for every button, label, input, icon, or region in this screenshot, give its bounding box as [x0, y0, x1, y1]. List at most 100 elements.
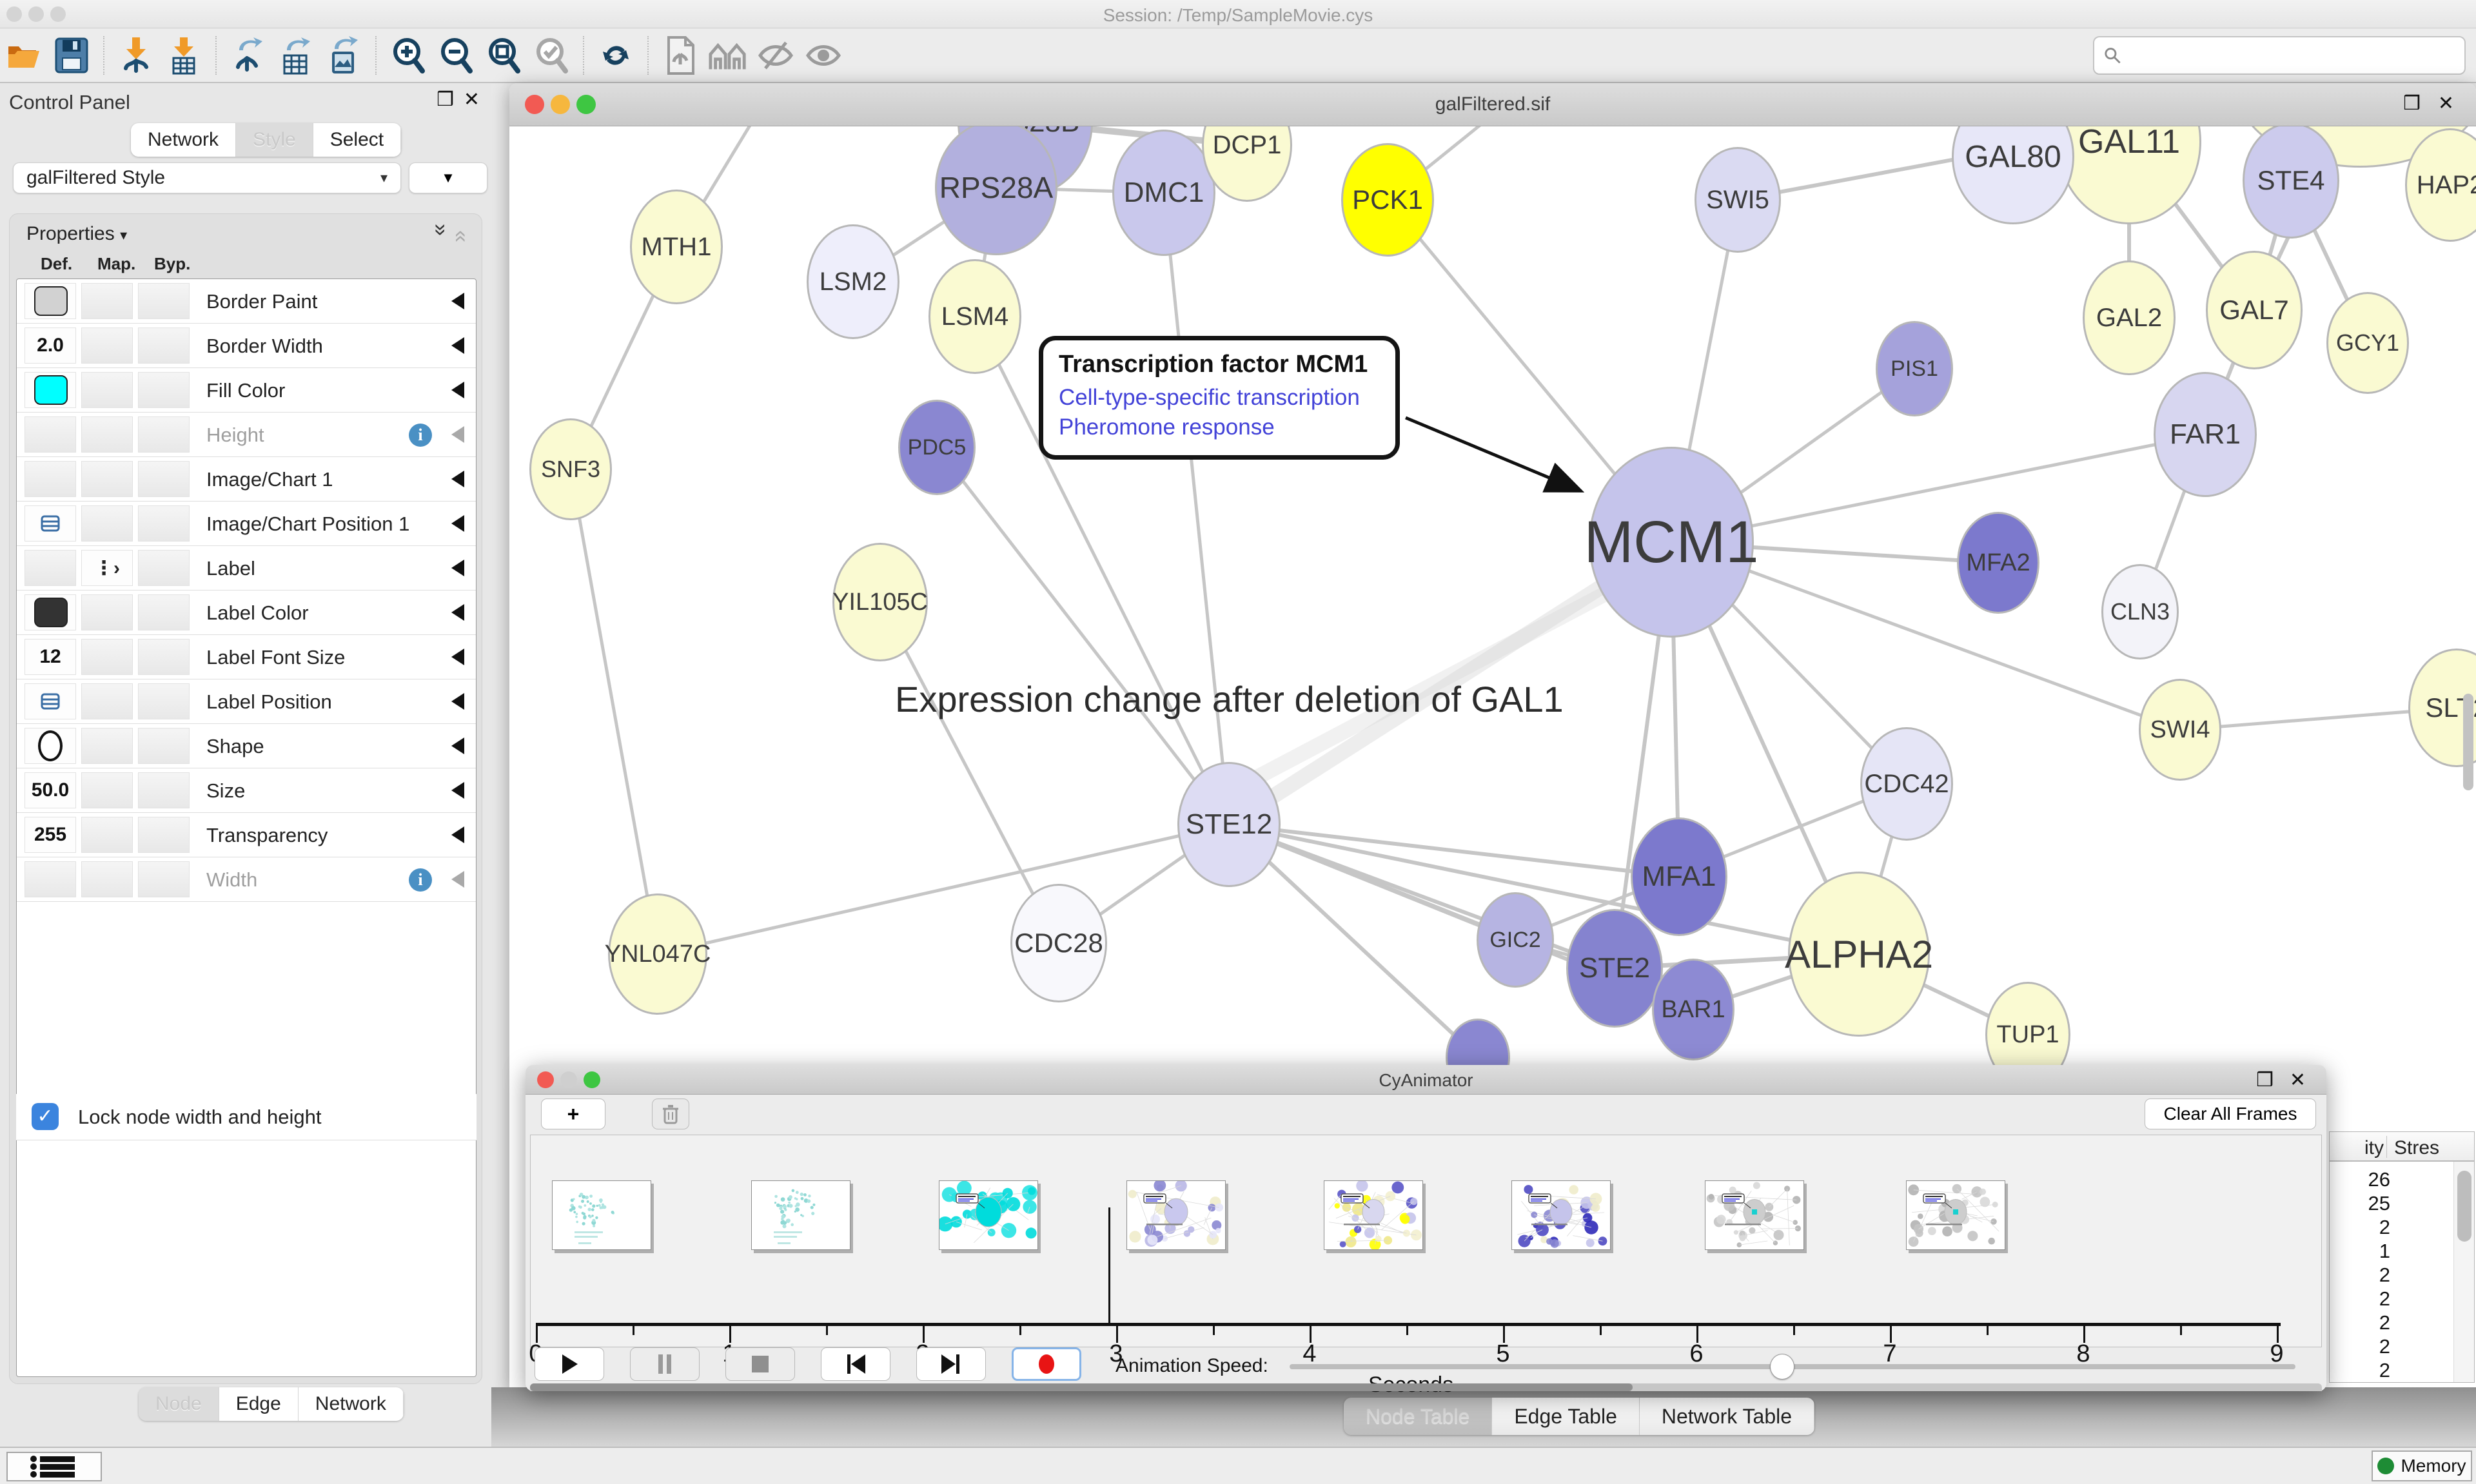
- lock-size-checkbox[interactable]: ✓: [32, 1103, 59, 1130]
- playhead[interactable]: [1108, 1207, 1110, 1323]
- node-pck1[interactable]: PCK1: [1341, 143, 1434, 257]
- export-network-icon[interactable]: [228, 35, 268, 75]
- node-ste2[interactable]: STE2: [1566, 909, 1663, 1028]
- frame-thumbnail-5[interactable]: [1511, 1180, 1611, 1250]
- table-cell[interactable]: 2: [2379, 1359, 2390, 1382]
- slider-thumb[interactable]: [1770, 1354, 1794, 1380]
- node-mfa1[interactable]: MFA1: [1631, 817, 1727, 936]
- node-gal2[interactable]: GAL2: [2083, 260, 2176, 375]
- tab-edge[interactable]: Edge: [219, 1387, 299, 1421]
- float-icon[interactable]: ❒: [2403, 92, 2421, 115]
- animation-speed-slider[interactable]: [1290, 1364, 2295, 1369]
- import-table-icon[interactable]: [164, 35, 204, 75]
- property-row-label-position[interactable]: Label Position: [17, 679, 476, 724]
- float-icon[interactable]: ❒: [2256, 1069, 2274, 1091]
- export-table-icon[interactable]: [276, 35, 316, 75]
- property-row-fill-color[interactable]: Fill Color: [17, 368, 476, 413]
- tab-network[interactable]: Network: [131, 123, 236, 157]
- tab-style[interactable]: Style: [236, 123, 313, 157]
- task-history-button[interactable]: [6, 1452, 102, 1481]
- node-swi5[interactable]: SWI5: [1695, 147, 1781, 253]
- show-details-icon[interactable]: [803, 35, 843, 75]
- node-bar1[interactable]: BAR1: [1652, 959, 1734, 1060]
- float-icon[interactable]: ❒: [437, 88, 454, 111]
- tab-select[interactable]: Select: [313, 123, 401, 157]
- search-input[interactable]: [2121, 45, 2455, 66]
- node-cdc28[interactable]: CDC28: [1010, 884, 1107, 1002]
- table-cell[interactable]: 2: [2379, 1335, 2390, 1358]
- frame-thumbnail-2[interactable]: [939, 1180, 1038, 1250]
- annotation-link-1[interactable]: Cell-type-specific transcription: [1059, 385, 1380, 411]
- close-icon[interactable]: ✕: [2290, 1069, 2306, 1091]
- property-row-label-color[interactable]: Label Color: [17, 591, 476, 635]
- play-button[interactable]: [535, 1347, 604, 1381]
- hide-details-icon[interactable]: [756, 35, 796, 75]
- frame-thumbnail-0[interactable]: [552, 1180, 651, 1250]
- table-cell[interactable]: 26: [2368, 1168, 2390, 1191]
- node-ste12[interactable]: STE12: [1177, 762, 1281, 887]
- clear-all-frames-button[interactable]: Clear All Frames: [2145, 1098, 2316, 1129]
- node-gic2[interactable]: GIC2: [1477, 892, 1554, 988]
- column-header-ity[interactable]: ity: [2364, 1137, 2384, 1159]
- property-row-size[interactable]: 50.0Size: [17, 768, 476, 813]
- export-image-icon[interactable]: [324, 35, 364, 75]
- frame-thumbnail-1[interactable]: [751, 1180, 850, 1250]
- timeline-panel[interactable]: 0123456789 Seconds: [530, 1135, 2322, 1347]
- mcm1-annotation[interactable]: Transcription factor MCM1 Cell-type-spec…: [1039, 336, 1400, 460]
- tab-network-table[interactable]: Network Table: [1640, 1398, 1814, 1435]
- node-swi4[interactable]: SWI4: [2139, 679, 2221, 781]
- zoom-fit-icon[interactable]: [484, 35, 524, 75]
- node-lsm4[interactable]: LSM4: [928, 259, 1021, 374]
- tab-node-table[interactable]: Node Table: [1344, 1398, 1492, 1435]
- tab-network[interactable]: Network: [299, 1387, 404, 1421]
- skip-start-button[interactable]: [821, 1347, 890, 1381]
- timeline-hscrollbar[interactable]: [530, 1383, 2322, 1391]
- node-yil105c[interactable]: YIL105C: [832, 543, 928, 661]
- node-cln3[interactable]: CLN3: [2101, 564, 2179, 659]
- node-pis1[interactable]: PIS1: [1876, 321, 1953, 416]
- node-far1[interactable]: FAR1: [2154, 372, 2257, 497]
- memory-button[interactable]: Memory: [2372, 1450, 2472, 1481]
- zoom-out-icon[interactable]: [436, 35, 476, 75]
- table-cell[interactable]: 1: [2379, 1240, 2390, 1263]
- node-snf3[interactable]: SNF3: [529, 418, 612, 520]
- node-gal7[interactable]: GAL7: [2206, 251, 2303, 369]
- zoom-in-icon[interactable]: [388, 35, 428, 75]
- record-button[interactable]: [1012, 1347, 1081, 1381]
- skip-end-button[interactable]: [916, 1347, 986, 1381]
- property-row-image-chart-1[interactable]: Image/Chart 1: [17, 457, 476, 502]
- property-row-shape[interactable]: Shape: [17, 724, 476, 768]
- close-icon[interactable]: ✕: [464, 88, 480, 111]
- table-cell[interactable]: 2: [2379, 1311, 2390, 1334]
- table-vscrollbar[interactable]: [2453, 1162, 2474, 1382]
- table-cell[interactable]: 2: [2379, 1216, 2390, 1239]
- property-row-label[interactable]: ⋮›Label: [17, 546, 476, 591]
- frame-thumbnail-7[interactable]: [1906, 1180, 2005, 1250]
- table-cell[interactable]: 25: [2368, 1192, 2390, 1215]
- node-mcm1[interactable]: MCM1: [1589, 447, 1754, 638]
- node-mth1[interactable]: MTH1: [630, 190, 723, 304]
- network-window-titlebar[interactable]: galFiltered.sif ❒ ✕: [509, 83, 2476, 126]
- property-row-image-chart-position-1[interactable]: Image/Chart Position 1: [17, 502, 476, 546]
- style-options-button[interactable]: ▼: [409, 162, 487, 193]
- zoom-selected-icon[interactable]: [531, 35, 571, 75]
- node-ste4[interactable]: STE4: [2243, 126, 2339, 239]
- node-ynl047c[interactable]: YNL047C: [608, 893, 707, 1015]
- network-file-icon[interactable]: [660, 35, 700, 75]
- node-gcy1[interactable]: GCY1: [2326, 292, 2409, 394]
- tab-node[interactable]: Node: [139, 1387, 219, 1421]
- stop-button[interactable]: [725, 1347, 795, 1381]
- delete-frame-button[interactable]: [652, 1098, 689, 1129]
- table-cell[interactable]: 2: [2379, 1287, 2390, 1311]
- annotation-link-2[interactable]: Pheromone response: [1059, 415, 1380, 440]
- node-lsm2[interactable]: LSM2: [807, 224, 899, 339]
- save-icon[interactable]: [52, 35, 92, 75]
- style-select[interactable]: galFiltered Style ▾: [13, 162, 401, 193]
- node-cdc42[interactable]: CDC42: [1860, 727, 1953, 841]
- group-nodes-icon[interactable]: [708, 35, 748, 75]
- table-cell[interactable]: 2: [2379, 1264, 2390, 1287]
- frame-thumbnail-3[interactable]: [1126, 1180, 1226, 1250]
- frame-thumbnail-6[interactable]: [1705, 1180, 1804, 1250]
- import-network-icon[interactable]: [116, 35, 156, 75]
- property-row-border-width[interactable]: 2.0Border Width: [17, 324, 476, 368]
